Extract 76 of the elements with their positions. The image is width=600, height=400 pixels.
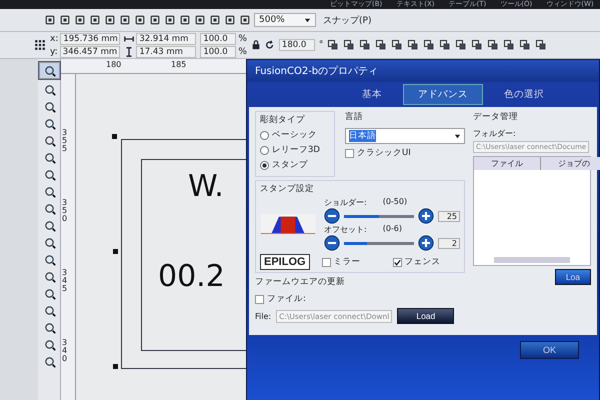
dialog-tab[interactable]: アドバンス [403,84,483,105]
lock-icon[interactable] [250,40,261,50]
slider-label: オフセット: [324,224,367,235]
caret-icon [304,16,311,24]
checkbox-label: ミラー [334,256,361,268]
ruler-label: 345 [62,269,68,293]
group-title: 彫刻タイプ [260,114,306,126]
group-title: データ管理 [473,111,519,123]
y-position-field[interactable]: 346.457 mm [60,46,120,58]
radio-option[interactable]: ベーシック [260,129,330,141]
width-icon [124,34,134,44]
ruler-label: 355 [62,129,68,153]
caret-icon [454,132,461,140]
slider-track[interactable] [344,242,414,244]
file-label: File: [255,312,272,320]
x-position-field[interactable]: 195.736 mm [60,32,120,44]
checkbox-label: クラシックUI [357,147,411,159]
group-title: スタンプ設定 [260,183,315,195]
plus-button-icon[interactable] [418,208,434,224]
column-header[interactable]: ジョブの [541,157,600,170]
degree-label: ° [318,40,324,50]
radio-option[interactable]: スタンプ [260,159,330,171]
canvas-text: W. [188,169,224,204]
language-dropdown[interactable]: 日本語 [345,128,465,144]
height-field[interactable]: 17.43 mm [136,46,196,58]
snap-menu[interactable]: スナップ(P) [323,14,372,26]
horizontal-scrollbar[interactable] [494,257,570,263]
group-title: ファームウエアの更新 [255,276,346,288]
checkbox[interactable] [322,258,331,266]
y-label: y: [50,46,58,56]
checkbox-label: フェンス [404,256,441,268]
percent-label: % [238,34,247,44]
checkbox[interactable] [255,294,264,304]
canvas-text: 00.2 [158,259,225,294]
load-button[interactable]: Load [397,308,454,324]
selection-handle[interactable] [113,364,118,369]
rotate-icon [264,40,275,50]
ruler-label: 340 [62,339,68,363]
x-label: x: [50,34,58,44]
ok-button[interactable]: OK [520,341,579,359]
zoom-icon[interactable] [42,117,56,130]
scale-y-field[interactable]: 100.0 [200,46,236,58]
width-field[interactable]: 32.914 mm [136,32,196,44]
dialog-title: FusionCO2-bのプロパティ [247,60,599,82]
rotation-field[interactable]: 180.0 [278,39,315,51]
brand-logo: EPILOG [260,254,310,270]
zoom-dropdown[interactable]: 500% [254,13,316,27]
slider-range: (0-50) [382,197,408,208]
column-header[interactable]: ファイル [474,157,541,170]
dialog-tab[interactable]: 基本 [347,84,397,105]
minus-button-icon[interactable] [324,235,340,251]
checkbox[interactable] [392,258,402,266]
selection-handle[interactable] [113,249,118,254]
slider-track[interactable] [344,214,414,218]
ruler-label: 180 [106,60,122,69]
load-button[interactable]: Loa [554,269,591,285]
selection-handle[interactable] [112,134,117,139]
dialog-tab[interactable]: 色の選択 [489,84,559,105]
language-label: 言語 [345,111,364,123]
slider-label: ショルダー: [324,197,367,208]
stamp-profile-drawing [260,214,316,234]
value-field[interactable]: 2 [438,238,460,248]
ruler-label: 185 [171,60,186,69]
folder-label: フォルダー: [473,128,516,139]
radio-option[interactable]: レリーフ3D [260,144,330,156]
slider-range: (0-6) [382,224,402,235]
grid-icon[interactable] [34,39,46,51]
percent-label: % [238,46,247,56]
height-icon [124,46,134,56]
plus-button-icon[interactable] [418,235,434,251]
checkbox-label: ファイル: [267,293,306,305]
checkbox[interactable] [345,148,354,158]
value-field[interactable]: 25 [438,210,460,222]
scale-x-field[interactable]: 100.0 [200,32,236,44]
minus-button-icon[interactable] [324,208,340,224]
ruler-label: 350 [62,199,68,223]
